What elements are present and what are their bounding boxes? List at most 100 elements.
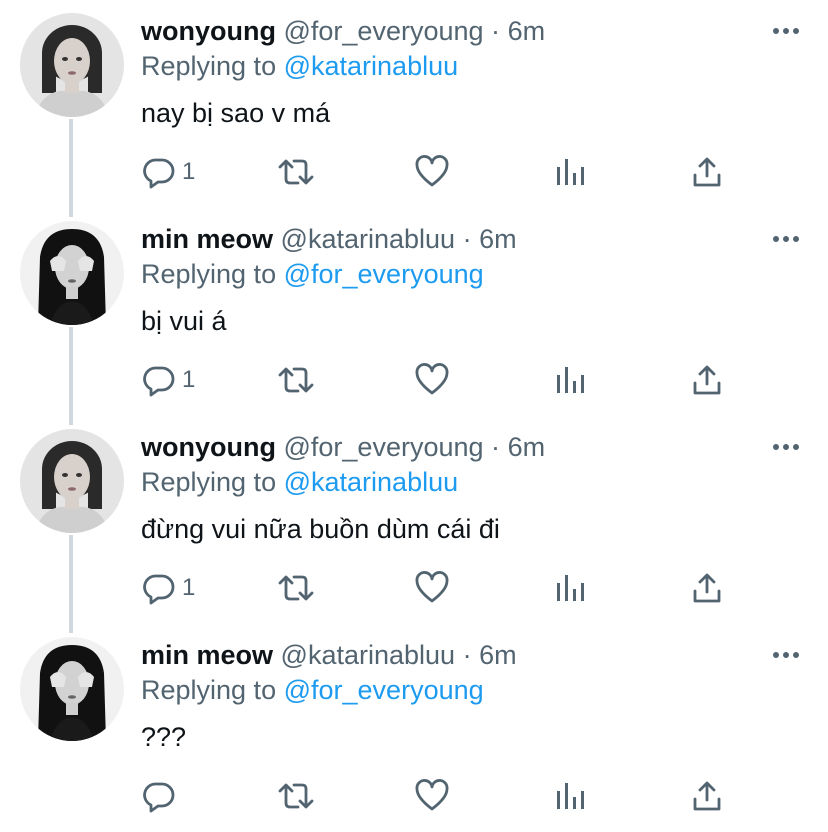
reply-button[interactable]: 1 <box>142 150 195 194</box>
mention-link[interactable]: @katarinabluu <box>284 467 459 497</box>
avatar[interactable] <box>20 13 124 117</box>
reply-button[interactable]: 1 <box>142 566 195 610</box>
retweet-icon <box>278 367 314 393</box>
reply-count: 1 <box>182 366 196 393</box>
replying-label: Replying to <box>141 675 277 705</box>
reply-thread: wonyoung @for_everyoung · 6m Replying to… <box>0 0 828 826</box>
replying-label: Replying to <box>141 51 277 81</box>
action-bar <box>0 774 828 818</box>
tweet-text: đừng vui nữa buồn dùm cái đi <box>141 514 500 544</box>
more-icon[interactable] <box>772 648 800 662</box>
tweet-text: ??? <box>141 722 187 752</box>
share-button[interactable] <box>690 358 724 402</box>
reply-icon <box>143 158 175 189</box>
retweet-button[interactable] <box>276 150 316 194</box>
replying-to: Replying to @for_everyoung <box>141 257 484 291</box>
user-handle[interactable]: @for_everyoung <box>284 16 484 46</box>
share-icon <box>693 157 721 187</box>
share-icon <box>693 365 721 395</box>
retweet-icon <box>278 783 314 809</box>
display-name[interactable]: min meow <box>141 640 273 670</box>
views-button[interactable] <box>554 774 586 818</box>
more-icon[interactable] <box>772 440 800 454</box>
tweet-text: bị vui á <box>141 306 227 336</box>
more-icon[interactable] <box>772 232 800 246</box>
tweet[interactable]: min meow @katarinabluu · 6m Replying to … <box>0 208 828 425</box>
retweet-button[interactable] <box>276 774 316 818</box>
share-icon <box>693 573 721 603</box>
reply-count: 1 <box>182 574 196 601</box>
tweet[interactable]: wonyoung @for_everyoung · 6m Replying to… <box>0 416 828 633</box>
views-icon <box>557 783 584 809</box>
reply-button[interactable]: 1 <box>142 358 195 402</box>
views-button[interactable] <box>554 150 586 194</box>
share-button[interactable] <box>690 150 724 194</box>
replying-label: Replying to <box>141 467 277 497</box>
action-bar: 1 <box>0 358 828 402</box>
mention-link[interactable]: @for_everyoung <box>284 259 484 289</box>
reply-button[interactable] <box>142 774 182 818</box>
views-icon <box>557 575 584 601</box>
share-button[interactable] <box>690 774 724 818</box>
views-button[interactable] <box>554 358 586 402</box>
replying-label: Replying to <box>141 259 277 289</box>
timestamp[interactable]: 6m <box>508 16 546 46</box>
mention-link[interactable]: @katarinabluu <box>284 51 459 81</box>
reply-icon <box>143 782 175 813</box>
tweet-header: min meow @katarinabluu · 6m <box>141 222 517 256</box>
reply-icon <box>143 366 175 397</box>
heart-icon <box>415 363 449 395</box>
display-name[interactable]: wonyoung <box>141 16 276 46</box>
separator: · <box>462 640 472 670</box>
tweet[interactable]: wonyoung @for_everyoung · 6m Replying to… <box>0 0 828 217</box>
mention-link[interactable]: @for_everyoung <box>284 675 484 705</box>
timestamp[interactable]: 6m <box>479 640 517 670</box>
tweet-text: nay bị sao v má <box>141 98 331 128</box>
tweet-header: min meow @katarinabluu · 6m <box>141 638 517 672</box>
share-icon <box>693 781 721 811</box>
avatar-image <box>20 13 124 117</box>
reply-icon <box>143 574 175 605</box>
heart-icon <box>415 571 449 603</box>
like-button[interactable] <box>414 150 450 194</box>
share-button[interactable] <box>690 566 724 610</box>
more-icon[interactable] <box>772 24 800 38</box>
heart-icon <box>415 779 449 811</box>
action-bar: 1 <box>0 566 828 610</box>
replying-to: Replying to @katarinabluu <box>141 465 458 499</box>
avatar-image <box>20 637 124 741</box>
like-button[interactable] <box>414 774 450 818</box>
avatar-image <box>20 221 124 325</box>
user-handle[interactable]: @katarinabluu <box>281 224 456 254</box>
display-name[interactable]: min meow <box>141 224 273 254</box>
avatar-image <box>20 429 124 533</box>
views-button[interactable] <box>554 566 586 610</box>
avatar[interactable] <box>20 429 124 533</box>
retweet-button[interactable] <box>276 566 316 610</box>
avatar[interactable] <box>20 637 124 741</box>
views-icon <box>557 367 584 393</box>
separator: · <box>462 224 472 254</box>
retweet-icon <box>278 575 314 601</box>
avatar[interactable] <box>20 221 124 325</box>
like-button[interactable] <box>414 358 450 402</box>
replying-to: Replying to @for_everyoung <box>141 673 484 707</box>
tweet-header: wonyoung @for_everyoung · 6m <box>141 14 545 48</box>
user-handle[interactable]: @katarinabluu <box>281 640 456 670</box>
action-bar: 1 <box>0 150 828 194</box>
user-handle[interactable]: @for_everyoung <box>284 432 484 462</box>
like-button[interactable] <box>414 566 450 610</box>
tweet-header: wonyoung @for_everyoung · 6m <box>141 430 545 464</box>
retweet-icon <box>278 159 314 185</box>
display-name[interactable]: wonyoung <box>141 432 276 462</box>
timestamp[interactable]: 6m <box>508 432 546 462</box>
separator: · <box>491 432 501 462</box>
reply-count: 1 <box>182 158 196 185</box>
timestamp[interactable]: 6m <box>479 224 517 254</box>
separator: · <box>491 16 501 46</box>
retweet-button[interactable] <box>276 358 316 402</box>
heart-icon <box>415 155 449 187</box>
views-icon <box>557 159 584 185</box>
replying-to: Replying to @katarinabluu <box>141 49 458 83</box>
tweet[interactable]: min meow @katarinabluu · 6m Replying to … <box>0 624 828 832</box>
